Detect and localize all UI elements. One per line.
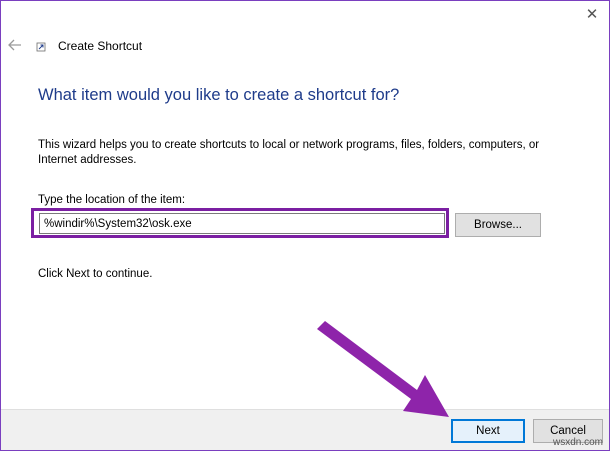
continue-instruction: Click Next to continue. [38, 268, 153, 280]
back-button[interactable] [3, 33, 27, 57]
create-shortcut-window: ✕ Create Shortcut What item would you li… [0, 0, 610, 451]
cancel-button-label: Cancel [550, 425, 586, 437]
shortcut-icon [36, 42, 46, 52]
close-button[interactable]: ✕ [575, 1, 609, 27]
browse-button-label: Browse... [474, 219, 522, 231]
location-input[interactable] [39, 213, 445, 234]
close-icon: ✕ [585, 6, 599, 23]
window-title: Create Shortcut [58, 39, 143, 53]
browse-button[interactable]: Browse... [455, 213, 541, 237]
next-button-label: Next [476, 425, 500, 437]
back-arrow-icon [8, 39, 21, 51]
next-button[interactable]: Next [451, 419, 525, 443]
wizard-description: This wizard helps you to create shortcut… [38, 139, 540, 166]
location-label: Type the location of the item: [38, 194, 186, 206]
watermark: wsxdn.com [552, 437, 603, 448]
page-heading: What item would you like to create a sho… [38, 86, 400, 104]
